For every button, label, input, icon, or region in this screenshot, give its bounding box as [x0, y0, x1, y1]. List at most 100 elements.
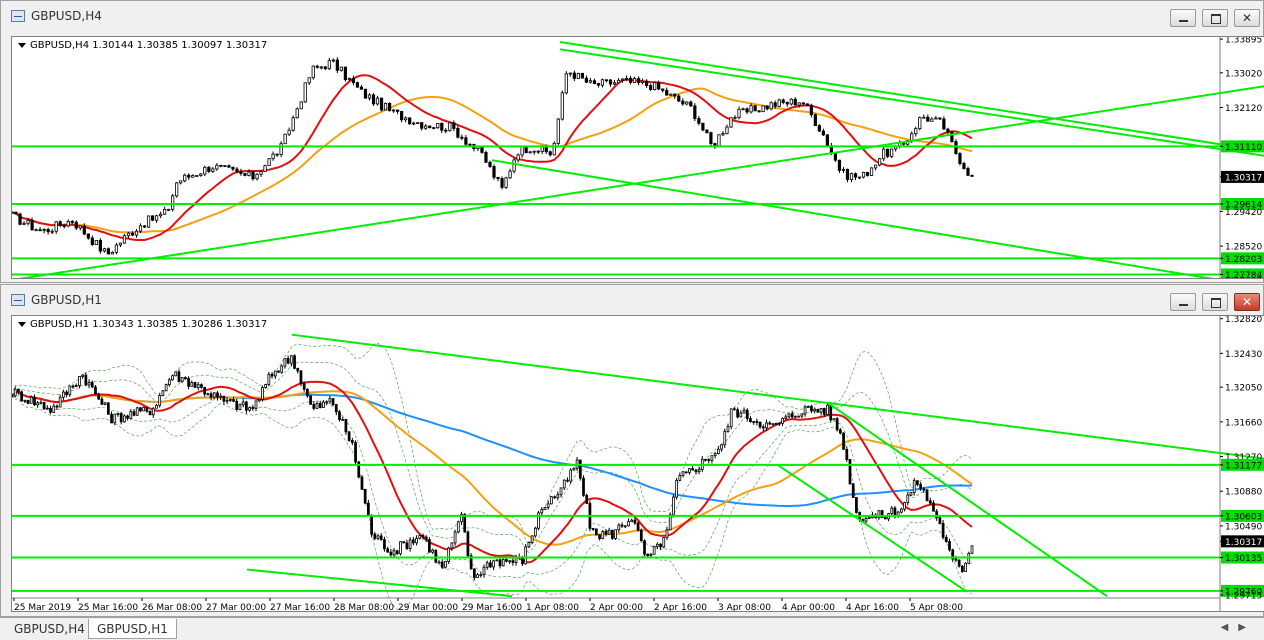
candle-body — [906, 494, 910, 504]
candle-body — [287, 129, 291, 135]
candle-body — [675, 479, 678, 498]
candle-body — [335, 59, 339, 71]
candle-body — [440, 122, 444, 131]
candle-body — [49, 407, 52, 413]
candle-body — [533, 527, 537, 537]
candle-body — [652, 545, 656, 555]
candle-body — [596, 83, 601, 86]
maximize-button[interactable] — [1202, 9, 1228, 27]
dropdown-triangle-icon[interactable] — [18, 321, 26, 327]
candle-body — [296, 367, 300, 372]
window-titlebar[interactable]: GBPUSD,H4 ✕ — [1, 1, 1263, 31]
candle-body — [516, 154, 520, 161]
candle-body — [893, 507, 897, 516]
candle-body — [405, 542, 409, 549]
candle-body — [12, 395, 14, 398]
candle-body — [594, 528, 598, 536]
candle-body — [325, 401, 329, 404]
candle-body — [283, 358, 287, 367]
candle-body — [130, 232, 135, 236]
candle-body — [339, 66, 343, 71]
close-button[interactable]: ✕ — [1234, 9, 1260, 27]
candle-body — [367, 94, 372, 99]
time-tick-label: 28 Mar 08:00 — [334, 603, 394, 612]
candle-body — [530, 535, 534, 543]
candle-body — [113, 413, 117, 424]
candle-body — [781, 99, 785, 103]
candle-body — [227, 165, 231, 168]
candle-body — [360, 476, 364, 490]
candle-body — [757, 110, 761, 113]
candle-body — [813, 114, 817, 127]
candle-body — [271, 153, 275, 160]
candle-body — [540, 509, 544, 514]
tab-gbpusd-h4[interactable]: GBPUSD,H4 — [6, 619, 93, 639]
candle-body — [717, 134, 721, 147]
candle-body — [645, 80, 649, 86]
candle-body — [641, 80, 645, 83]
candle-body — [87, 382, 91, 386]
candle-body — [347, 77, 352, 81]
close-button[interactable]: ✕ — [1234, 293, 1260, 311]
candle-body — [484, 152, 488, 163]
candle-body — [307, 77, 311, 84]
candle-body — [970, 175, 974, 177]
candle-body — [81, 374, 84, 377]
price-chart-h4[interactable]: 1.33895 1.33020 1.32120 1.31110 1.30317 1.296… — [11, 36, 1264, 279]
candle-body — [902, 142, 906, 145]
candle-body — [100, 398, 104, 405]
candle-body — [873, 164, 878, 169]
tab-scroll-arrows-icon[interactable]: ◀▶ — [1221, 622, 1256, 633]
candle-body — [861, 171, 866, 178]
candle-body — [543, 507, 547, 510]
candle-body — [588, 80, 593, 83]
candle-body — [228, 399, 232, 401]
maximize-button[interactable] — [1202, 293, 1228, 311]
candle-body — [293, 355, 296, 369]
candle-body — [803, 406, 807, 415]
candle-body — [688, 468, 691, 473]
candle-body — [456, 128, 460, 138]
candle-body — [238, 404, 242, 410]
candle-body — [209, 393, 213, 398]
candle-body — [805, 103, 809, 106]
candle-body — [302, 383, 306, 390]
minimize-button[interactable] — [1170, 9, 1196, 27]
chart-window-h4[interactable]: GBPUSD,H4 ✕ 1.33895 1.33020 1.32120 1.31110… — [0, 0, 1264, 283]
chart-window-h1[interactable]: GBPUSD,H1 ✕ 1.32820 1.32430 1.32050 1.31660… — [0, 284, 1264, 617]
window-title: GBPUSD,H4 — [31, 9, 102, 23]
chart-canvas-h1[interactable]: 1.328201.324301.320501.316601.312701.311… — [12, 316, 1264, 612]
price-tick-label: 1.30317 — [1225, 173, 1262, 183]
candle-body — [306, 388, 309, 397]
candle-body — [848, 459, 852, 485]
candle-body — [903, 502, 906, 510]
candle-body — [857, 176, 862, 179]
window-titlebar[interactable]: GBPUSD,H1 ✕ — [1, 285, 1263, 315]
candle-body — [154, 215, 159, 221]
candle-body — [447, 547, 451, 562]
candle-body — [452, 122, 456, 129]
tab-gbpusd-h1[interactable]: GBPUSD,H1 — [88, 619, 177, 639]
candle-body — [42, 229, 46, 231]
candle-body — [94, 386, 97, 395]
minimize-button[interactable] — [1170, 293, 1196, 311]
candle-body — [261, 387, 264, 400]
candle-body — [211, 168, 215, 172]
candle-body — [548, 151, 552, 156]
candle-body — [576, 72, 580, 79]
candle-body — [45, 407, 49, 410]
candle-body — [106, 402, 110, 415]
candle-body — [691, 468, 695, 471]
chart-canvas-h4[interactable]: 1.338951.330201.321201.311101.303171.296… — [12, 37, 1264, 279]
candle-body — [616, 79, 621, 84]
dropdown-triangle-icon[interactable] — [18, 42, 26, 48]
candle-body — [793, 98, 797, 106]
price-chart-h1[interactable]: 1.32820 1.32430 1.32050 1.31660 1.31270 1.311… — [11, 315, 1264, 612]
candle-body — [822, 408, 826, 415]
candle-body — [62, 225, 66, 227]
candle-body — [299, 370, 303, 385]
candle-body — [800, 413, 804, 417]
candle-body — [721, 133, 725, 136]
candle-body — [753, 105, 757, 112]
candle-body — [845, 168, 850, 180]
